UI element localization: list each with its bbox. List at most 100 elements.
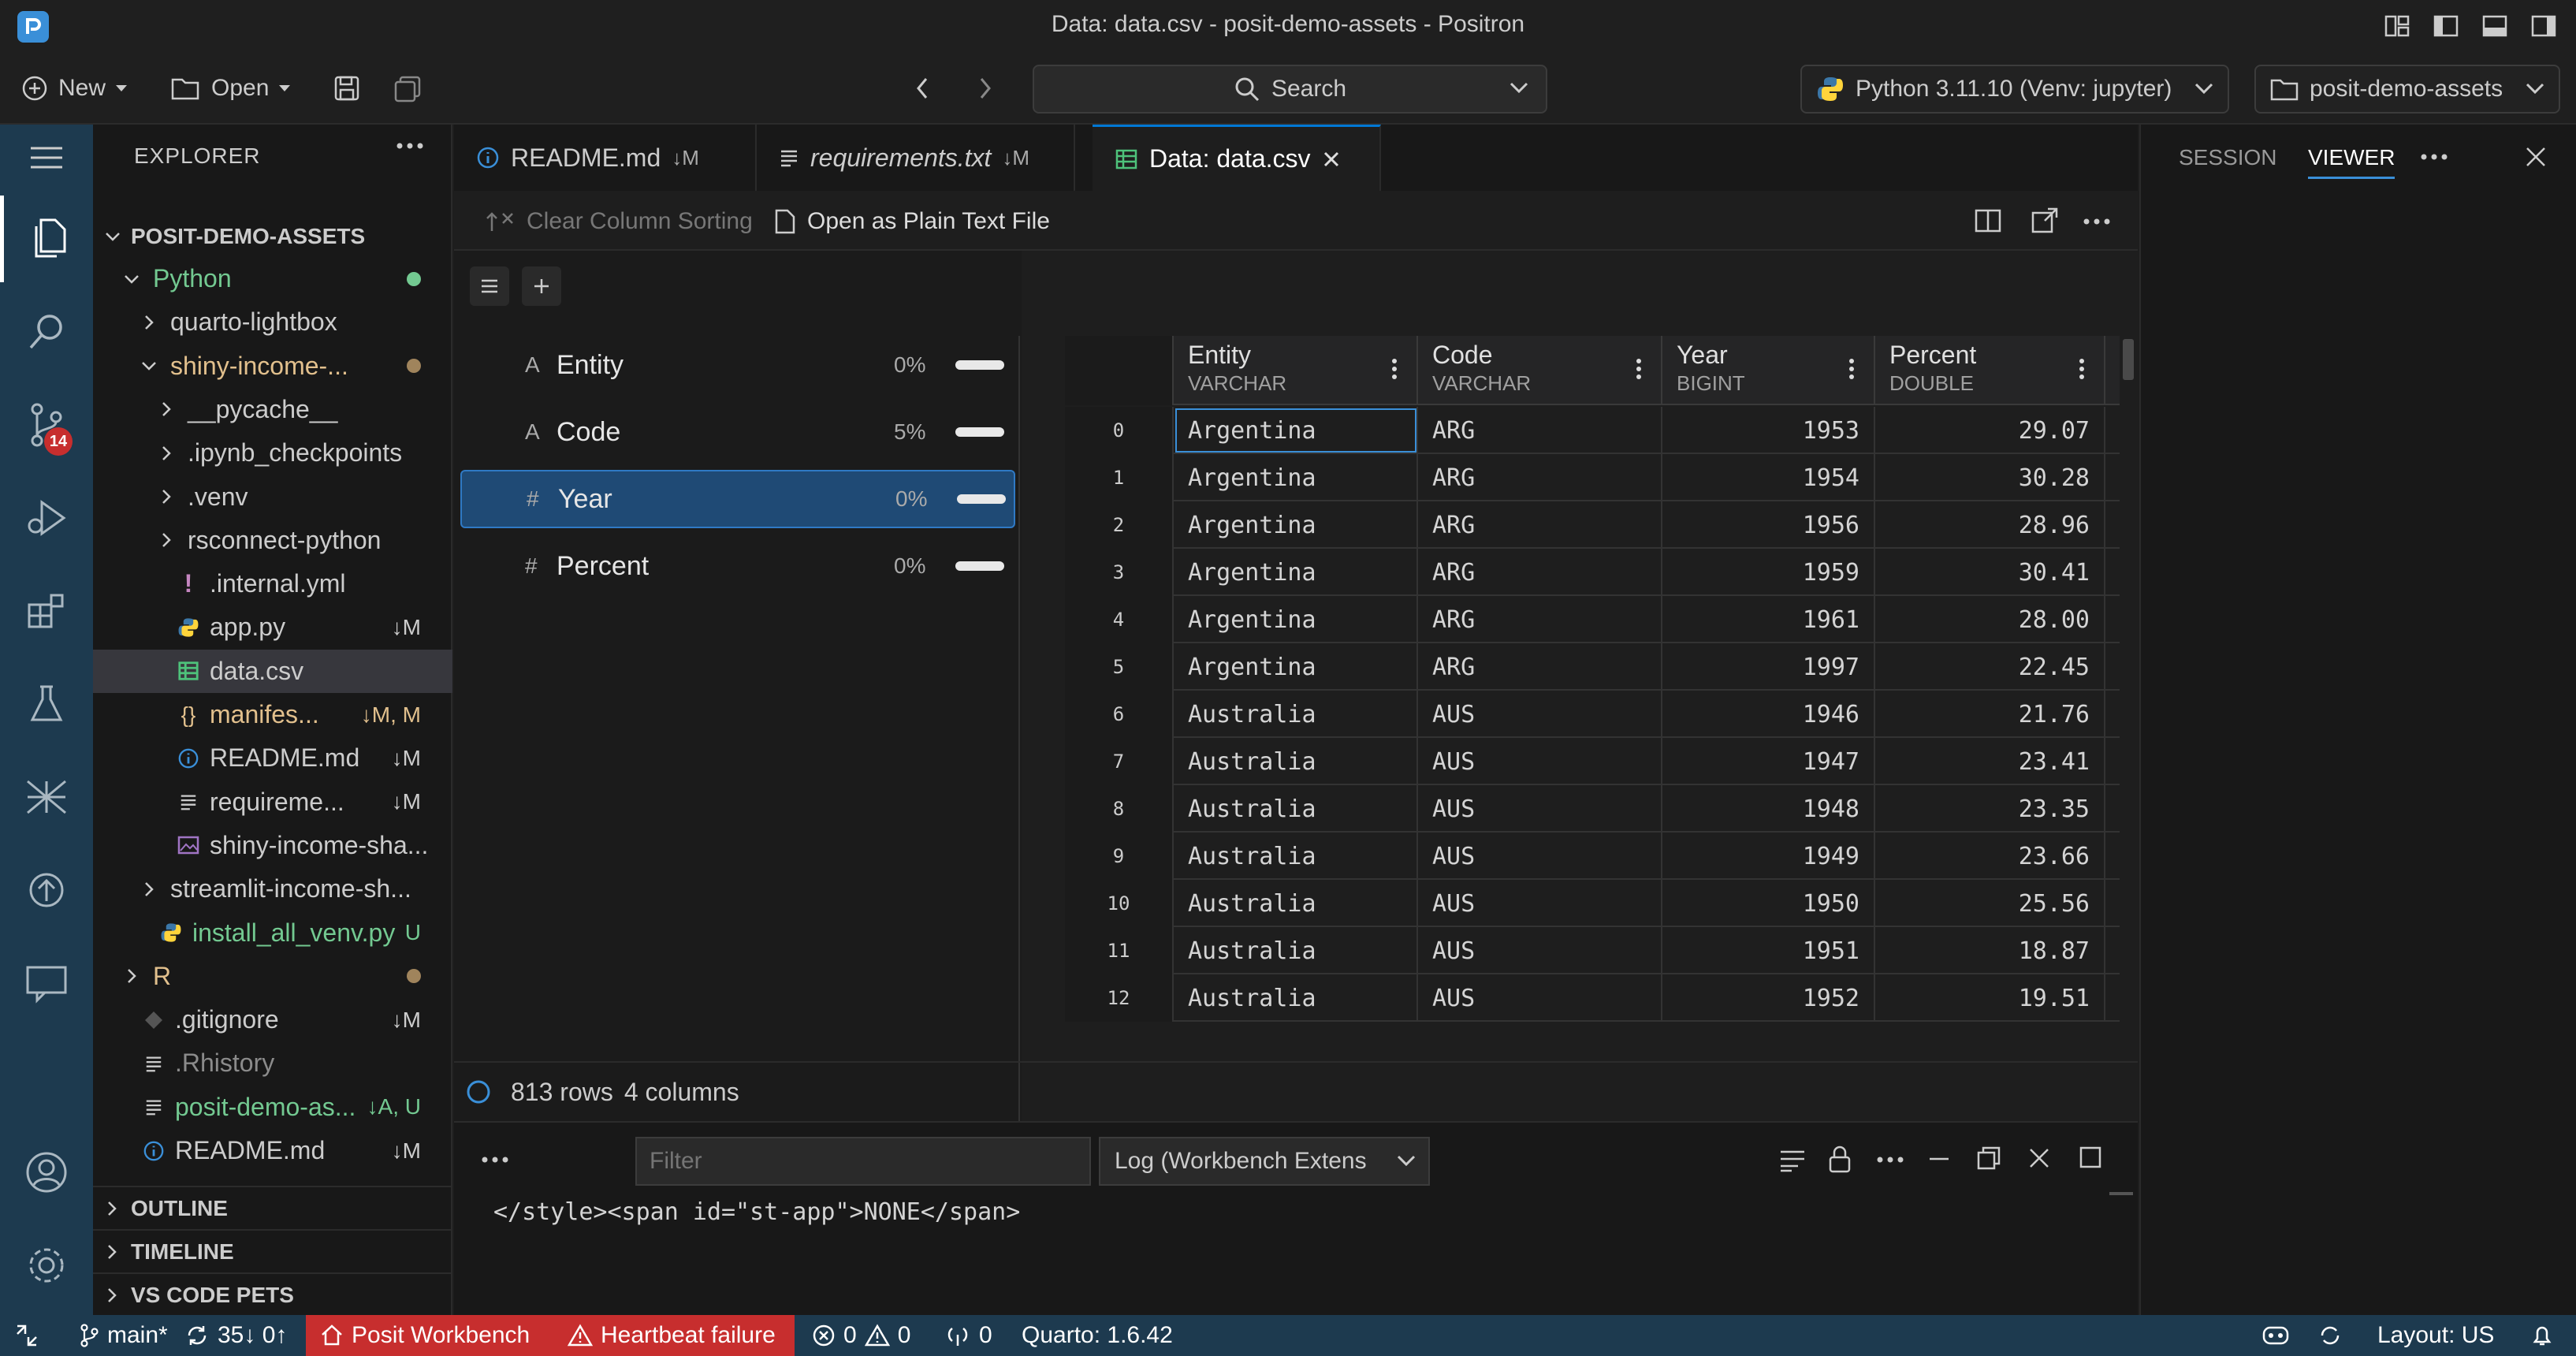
clear-sort-button[interactable]: Clear Column Sorting [486,208,753,235]
chevron-right-icon[interactable] [481,355,497,375]
source-control-activity[interactable]: 14 [0,382,93,468]
publisher-activity[interactable] [0,847,93,933]
tree-item[interactable]: shiny-income-... [93,345,452,388]
table-cell[interactable]: 1997 [1662,643,1875,691]
more-actions-icon[interactable] [481,1156,509,1164]
table-row[interactable]: 10 Australia AUS 1950 25.56 [1065,880,2120,927]
table-cell[interactable]: Argentina [1174,454,1418,501]
table-cell[interactable]: 1959 [1662,549,1875,596]
tree-item[interactable]: requireme... ↓M [93,780,452,824]
table-cell[interactable]: ARG [1418,549,1662,596]
column-header-year[interactable]: Year BIGINT [1662,336,1875,405]
assistant-activity[interactable] [0,940,93,1026]
tree-item[interactable]: ! .internal.yml [93,562,452,605]
close-panel-icon[interactable] [2027,1146,2051,1170]
summary-row-percent[interactable]: # Percent 0% [460,537,1015,595]
table-cell[interactable]: Argentina [1174,596,1418,643]
interpreter-selector[interactable]: Python 3.11.10 (Venv: jupyter) [1800,65,2229,114]
posit-workbench-status[interactable]: Posit Workbench [306,1315,544,1356]
table-cell[interactable]: ARG [1418,407,1662,454]
tab-viewer[interactable]: VIEWER [2308,145,2395,179]
table-cell[interactable]: Australia [1174,833,1418,880]
tab-session[interactable]: SESSION [2179,145,2276,170]
notifications-icon[interactable] [2530,1315,2554,1356]
table-cell[interactable]: 1956 [1662,501,1875,549]
open-in-window-icon[interactable] [2031,207,2059,235]
add-filter-button[interactable] [522,266,561,306]
table-cell[interactable]: ARG [1418,454,1662,501]
table-cell[interactable]: 1961 [1662,596,1875,643]
table-cell[interactable]: 1954 [1662,454,1875,501]
column-header-entity[interactable]: Entity VARCHAR [1174,336,1418,405]
table-cell[interactable]: Australia [1174,691,1418,738]
table-cell[interactable]: 30.41 [1875,549,2105,596]
tree-item[interactable]: data.csv [93,649,452,693]
table-cell[interactable]: ARG [1418,501,1662,549]
column-menu-icon[interactable] [1848,358,1855,380]
new-button[interactable]: New [20,66,128,110]
table-cell[interactable]: 1946 [1662,691,1875,738]
table-row[interactable]: 2 Argentina ARG 1956 28.96 [1065,501,2120,549]
column-header-percent[interactable]: Percent DOUBLE [1875,336,2105,405]
sync-settings-icon[interactable] [2316,1315,2344,1356]
tab-data-csv[interactable]: Data: data.csv [1093,125,1381,191]
filter-input[interactable] [635,1137,1091,1186]
copilot-icon[interactable] [2261,1315,2291,1356]
table-cell[interactable]: AUS [1418,738,1662,785]
table-row[interactable]: 4 Argentina ARG 1961 28.00 [1065,596,2120,643]
workspace-root-folder[interactable]: POSIT-DEMO-ASSETS [93,214,452,258]
more-actions-icon[interactable] [2083,218,2111,225]
table-row[interactable]: 5 Argentina ARG 1997 22.45 [1065,643,2120,691]
column-menu-icon[interactable] [2079,358,2085,380]
table-cell[interactable]: 1948 [1662,785,1875,833]
table-cell[interactable]: Australia [1174,880,1418,927]
tree-item[interactable]: .venv [93,475,452,519]
tree-item[interactable]: install_all_venv.py U [93,911,452,955]
restore-panel-icon[interactable] [1975,1145,2002,1172]
chevron-down-icon[interactable] [1509,82,1528,95]
more-actions-icon[interactable] [2420,153,2448,161]
workspace-selector[interactable]: posit-demo-assets [2254,65,2560,114]
toggle-panel-icon[interactable] [2481,13,2508,39]
table-cell[interactable]: 1949 [1662,833,1875,880]
manage-activity[interactable] [0,1222,93,1309]
tree-item[interactable]: R [93,955,452,998]
table-cell[interactable]: 25.56 [1875,880,2105,927]
keyboard-layout[interactable]: Layout: US [2377,1315,2494,1356]
problems-status[interactable]: 0 0 [812,1315,910,1356]
table-cell[interactable]: 1950 [1662,880,1875,927]
table-cell[interactable]: 29.07 [1875,407,2105,454]
tree-item[interactable]: {} manifes... ↓M, M [93,693,452,736]
tree-item[interactable]: app.py ↓M [93,605,452,649]
table-row[interactable]: 3 Argentina ARG 1959 30.41 [1065,549,2120,596]
command-search-box[interactable]: Search [1033,65,1547,114]
table-row[interactable]: 0 Argentina ARG 1953 29.07 [1065,407,2120,454]
more-actions-icon[interactable] [1876,1156,1904,1164]
heartbeat-status[interactable]: Heartbeat failure [544,1315,795,1356]
table-cell[interactable]: Argentina [1174,643,1418,691]
customize-layout-icon[interactable] [2384,13,2410,39]
table-cell[interactable]: 23.66 [1875,833,2105,880]
remote-explorer-activity[interactable] [0,754,93,840]
tab-requirements[interactable]: requirements.txt ↓M [757,125,1075,191]
table-cell[interactable]: Argentina [1174,501,1418,549]
menu-button[interactable] [0,125,93,191]
table-cell[interactable]: 23.35 [1875,785,2105,833]
table-cell[interactable]: AUS [1418,691,1662,738]
table-cell[interactable]: AUS [1418,927,1662,974]
split-editor-icon[interactable] [1974,207,2002,235]
explorer-activity[interactable] [0,196,93,282]
extensions-activity[interactable] [0,568,93,654]
tree-item[interactable]: quarto-lightbox [93,300,452,344]
table-cell[interactable]: 1953 [1662,407,1875,454]
back-button[interactable] [914,66,930,110]
open-button[interactable]: Open [170,66,291,110]
table-cell[interactable]: 1947 [1662,738,1875,785]
chevron-right-icon[interactable] [482,489,498,509]
table-cell[interactable]: AUS [1418,833,1662,880]
column-menu-icon[interactable] [1636,358,1642,380]
tree-item[interactable]: .Rhistory [93,1041,452,1085]
maximize-panel-icon[interactable] [2078,1145,2103,1170]
output-channel-select[interactable]: Log (Workbench Extens [1099,1137,1430,1186]
chevron-right-icon[interactable] [481,556,497,576]
